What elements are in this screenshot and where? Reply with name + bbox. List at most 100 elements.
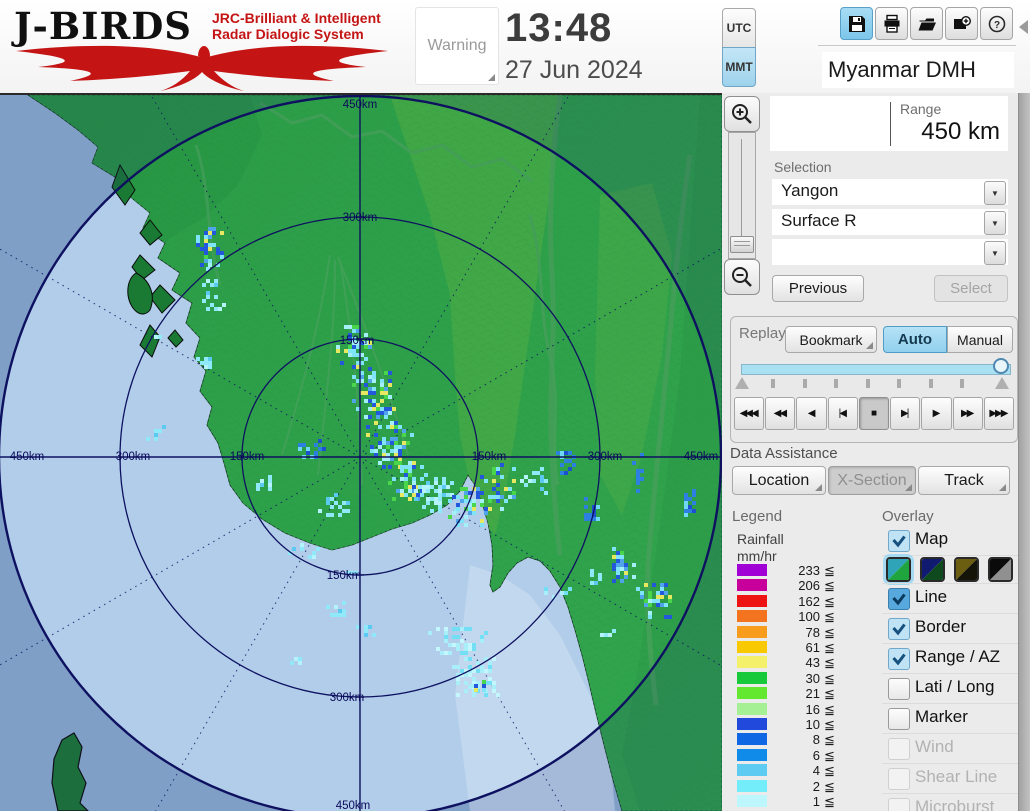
map-style-swatch-4[interactable] [988,557,1013,582]
legend-row: 10 ≦ [722,717,872,732]
utc-button[interactable]: UTC [722,8,756,48]
map-style-swatch-1[interactable] [886,557,911,582]
map-style-swatch-3[interactable] [954,557,979,582]
zoom-in-button[interactable] [724,96,760,132]
overlay-item-lati-long[interactable]: Lati / Long [882,673,1018,703]
jbirds-app: J-BIRDS JRC-Brilliant & Intelligent Rada… [0,0,1030,811]
overlay-item-marker[interactable]: Marker [882,703,1018,733]
legend-value: 1 [812,794,820,809]
product-dropdown[interactable]: Surface R ▼ [772,209,1008,235]
option-dropdown[interactable]: ▼ [772,239,1008,265]
legend-operator: ≦ [824,717,835,732]
overlay-item-label: Lati / Long [915,677,995,696]
mmt-button[interactable]: MMT [722,47,756,87]
legend-operator: ≦ [824,593,835,609]
control-sidebar: Range 450 km Selection Yangon ▼ Surface … [722,93,1030,811]
zoom-slider-track[interactable] [728,132,756,259]
overlay-item-label: Range / AZ [915,647,1001,666]
zoom-slider-handle[interactable] [730,236,754,253]
transport-button-1[interactable]: ◀◀ [765,397,796,430]
help-button[interactable]: ? [980,7,1013,40]
range-ring-label: 450km [684,451,719,463]
replay-slider-handle[interactable] [993,358,1009,374]
chevron-down-icon[interactable]: ▼ [984,211,1006,235]
previous-button[interactable]: Previous [772,275,864,302]
magnifier-plus-icon [732,104,752,124]
overlay-item-map[interactable]: Map [882,526,1018,555]
legend-operator: ≦ [824,763,835,779]
bookmark-label: Bookmark [799,331,863,348]
auto-mode-button[interactable]: Auto [883,326,947,353]
corner-menu-icon [866,342,873,349]
map-style-swatch-2[interactable] [920,557,945,582]
transport-button-4[interactable]: ■ [858,397,890,430]
add-image-button[interactable] [945,7,978,40]
checkbox[interactable] [888,648,910,670]
overlay-item-label: Shear Line [915,767,998,786]
overlay-item-line[interactable]: Line [882,583,1018,613]
slider-tick [834,379,838,388]
transport-button-5[interactable]: ▶| [890,397,921,430]
transport-button-3[interactable]: |◀ [827,397,858,430]
legend-row: 61 ≦ [722,640,872,655]
transport-button-2[interactable]: ◀ [796,397,827,430]
radar-map[interactable]: 450km 300km 150km 150km 300km 450km 450km 300km… [0,93,722,811]
transport-button-6[interactable]: ▶ [921,397,952,430]
bookmark-button[interactable]: Bookmark [785,326,877,353]
sidebar-scrollbar[interactable] [1018,93,1030,811]
legend-operator: ≦ [824,794,835,809]
transport-button-7[interactable]: ▶▶ [952,397,983,430]
legend-title-rainfall: Rainfall [737,531,784,547]
warning-button[interactable]: Warning [415,7,499,85]
slider-end-marker[interactable] [995,377,1009,389]
chevron-down-icon[interactable]: ▼ [984,181,1006,205]
legend-operator: ≦ [824,640,835,655]
location-button[interactable]: Location [732,466,826,495]
overlay-item-border[interactable]: Border [882,613,1018,643]
legend-value: 78 [805,624,820,640]
legend-value: 21 [805,686,820,702]
replay-panel: Replay Bookmark Auto Manual ◀◀◀ ◀◀ ◀ |◀ ■ ▶| ▶… [730,316,1018,443]
overlay-item-wind[interactable]: Wind [882,733,1018,763]
open-folder-button[interactable] [910,7,943,40]
save-button[interactable] [840,7,873,40]
checkbox[interactable] [888,618,910,640]
add-image-icon [953,15,971,29]
checkbox[interactable] [888,678,910,700]
range-ring-label: 150km [472,451,507,463]
x-section-button[interactable]: X-Section [828,466,916,495]
legend-operator: ≦ [824,578,835,594]
overlay-item-shear-line[interactable]: Shear Line [882,763,1018,793]
slider-start-marker[interactable] [735,377,749,389]
map-style-swatches [882,555,1018,583]
checkbox[interactable] [888,708,910,730]
zoom-out-button[interactable] [724,259,760,295]
legend-row: 21 ≦ [722,686,872,701]
print-button[interactable] [875,7,908,40]
overlay-item-microburst[interactable]: Microburst [882,793,1018,811]
legend-row: 6 ≦ [722,748,872,763]
checkbox[interactable] [888,530,910,552]
warning-label: Warning [427,37,487,54]
manual-mode-button[interactable]: Manual [947,326,1013,353]
range-value: 450 km [921,118,1000,145]
svg-text:?: ? [993,20,999,31]
site-dropdown[interactable]: Yangon ▼ [772,179,1008,205]
transport-button-0[interactable]: ◀◀◀ [734,397,765,430]
legend-value: 16 [805,701,820,717]
select-button[interactable]: Select [934,275,1008,302]
transport-button-8[interactable]: ▶▶▶ [983,397,1014,430]
collapse-panel-arrow-icon[interactable] [1019,20,1028,34]
range-ring-label: 150km [340,335,375,347]
legend-operator: ≦ [824,670,835,686]
chevron-down-icon[interactable]: ▼ [984,241,1006,265]
overlay-list: Map Line Border Range / AZ Lati / Long Marker… [882,526,1018,811]
overlay-item-range-az[interactable]: Range / AZ [882,643,1018,673]
checkbox[interactable] [888,588,910,610]
range-panel: Range 450 km [770,96,1008,151]
legend-value: 162 [798,593,820,609]
checkbox [888,768,910,790]
range-ring-label: 150km [327,570,362,582]
replay-slider-track[interactable] [741,364,1011,375]
track-button[interactable]: Track [918,466,1010,495]
